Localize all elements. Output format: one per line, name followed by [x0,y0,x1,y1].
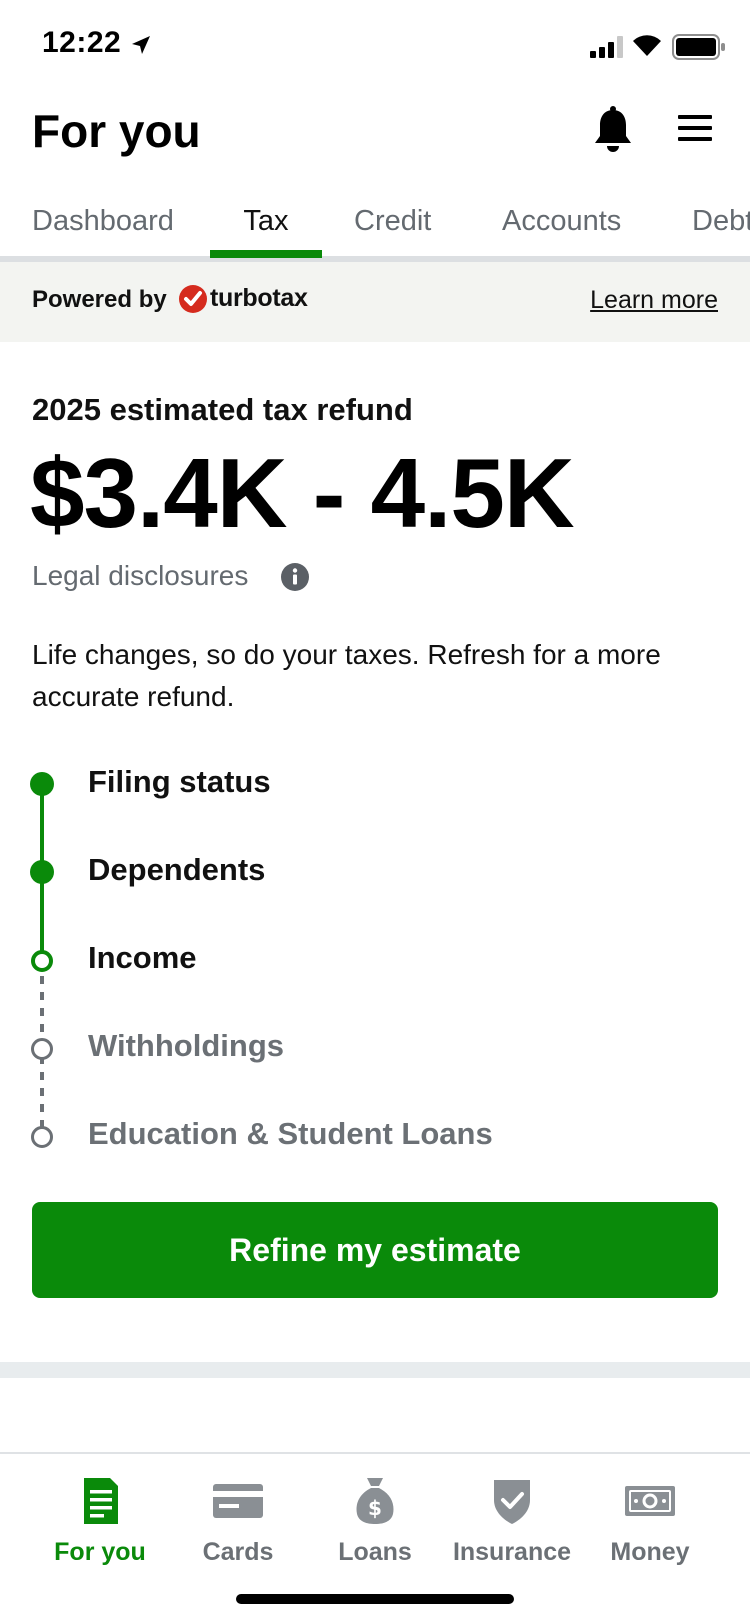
nav-money[interactable]: Money [580,1454,720,1584]
nav-label: Money [610,1538,690,1566]
credit-card-icon [213,1484,263,1518]
document-list-icon [84,1478,118,1524]
home-indicator [236,1594,514,1604]
tab-accounts[interactable]: Accounts [502,186,621,256]
tab-tax[interactable]: Tax [210,186,322,256]
section-divider [0,1362,750,1378]
cellular-signal-icon [590,36,623,58]
tab-dashboard[interactable]: Dashboard [32,186,174,256]
status-bar: 12:22 [0,0,750,92]
step-dot-current [31,950,53,972]
progress-timeline: Filing status Dependents Income Withhold… [0,760,750,1160]
step-filing-status[interactable]: Filing status [88,764,271,800]
refund-description: Life changes, so do your taxes. Refresh … [32,639,661,712]
cash-bill-icon [625,1486,675,1516]
legal-disclosures-link[interactable]: Legal disclosures [32,560,248,592]
nav-loans[interactable]: $ Loans [305,1454,445,1584]
turbotax-wordmark: turbotax [210,284,308,312]
step-withholdings[interactable]: Withholdings [88,1028,284,1064]
step-dot-complete [30,772,54,796]
nav-cards[interactable]: Cards [168,1454,308,1584]
active-tab-indicator [210,250,322,258]
tab-bar: Dashboard Tax Credit Accounts Debt [0,186,750,262]
status-time: 12:22 [42,26,122,59]
screen: 12:22 For you Dashboard Tax Credit Accou… [0,0,750,1624]
nav-label: Loans [338,1538,412,1566]
money-bag-icon: $ [356,1478,394,1524]
step-education-student-loans[interactable]: Education & Student Loans [88,1116,493,1152]
tab-debt[interactable]: Debt [692,186,750,256]
info-icon[interactable] [280,562,310,592]
powered-by-label: Powered by [32,286,167,313]
shield-check-icon [494,1480,530,1524]
step-dot-pending [31,1038,53,1060]
nav-for-you[interactable]: For you [30,1454,170,1584]
step-income[interactable]: Income [88,940,197,976]
tab-credit[interactable]: Credit [354,186,431,256]
nav-label: Insurance [452,1538,572,1566]
page-title: For you [32,105,201,157]
step-dependents[interactable]: Dependents [88,852,265,888]
refund-label: 2025 estimated tax refund [32,392,413,427]
wifi-icon [633,35,661,56]
battery-icon [672,34,725,60]
step-dot-pending [31,1126,53,1148]
nav-insurance[interactable]: Insurance [442,1454,582,1584]
location-arrow-icon [132,36,150,54]
refund-value: $3.4K - 4.5K [30,438,575,548]
nav-label: Cards [202,1538,274,1566]
refine-estimate-button[interactable]: Refine my estimate [32,1202,718,1298]
notifications-bell-icon[interactable] [590,106,636,154]
step-dot-complete [30,860,54,884]
learn-more-link[interactable]: Learn more [590,286,718,315]
powered-by-banner: Powered by turbotax Learn more [0,262,750,342]
hamburger-menu-icon[interactable] [676,112,714,144]
turbotax-check-icon [179,285,207,313]
nav-label: For you [54,1538,146,1566]
svg-text:$: $ [368,1496,382,1520]
